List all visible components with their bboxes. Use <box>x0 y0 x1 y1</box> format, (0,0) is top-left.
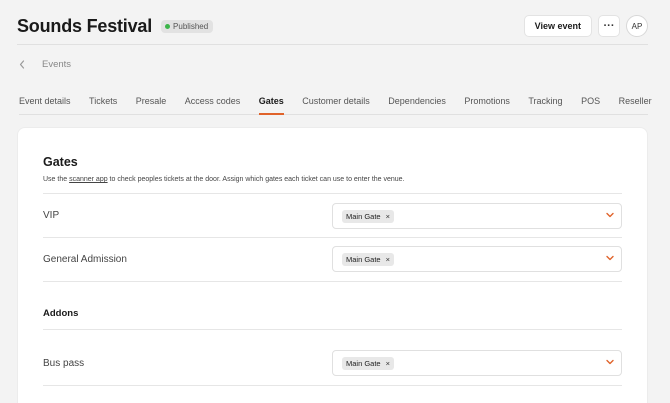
chevron-left-icon <box>19 60 25 69</box>
gate-chip-label: Main Gate <box>346 358 381 368</box>
tab-pos[interactable]: POS <box>581 90 600 114</box>
divider <box>43 281 622 282</box>
avatar[interactable]: AP <box>626 15 648 37</box>
chevron-down-icon[interactable] <box>605 357 615 367</box>
chevron-down-icon[interactable] <box>605 253 615 263</box>
page-header: Sounds Festival Published View event ···… <box>17 8 648 44</box>
gate-chip-label: Main Gate <box>346 254 381 264</box>
divider <box>43 237 622 238</box>
breadcrumb[interactable]: Events <box>19 59 71 70</box>
tab-bar: Event details Tickets Presale Access cod… <box>19 90 652 115</box>
tab-promotions[interactable]: Promotions <box>464 90 510 114</box>
more-options-button[interactable]: ··· <box>598 15 620 37</box>
status-badge: Published <box>161 19 214 33</box>
tab-access-codes[interactable]: Access codes <box>185 90 241 114</box>
tab-presale[interactable]: Presale <box>136 90 167 114</box>
breadcrumb-back-link[interactable]: Events <box>42 59 71 70</box>
gate-row-label: General Admission <box>43 254 127 265</box>
addons-section-title: Addons <box>43 308 79 319</box>
gate-chip: Main Gate × <box>342 209 394 223</box>
remove-chip-icon[interactable]: × <box>386 359 390 368</box>
gate-chip: Main Gate × <box>342 356 394 370</box>
gate-select-vip[interactable]: Main Gate × <box>332 203 622 229</box>
tab-tickets[interactable]: Tickets <box>89 90 117 114</box>
tab-event-details[interactable]: Event details <box>19 90 71 114</box>
description-prefix: Use the <box>43 176 70 183</box>
status-dot-icon <box>165 23 171 29</box>
divider <box>43 329 622 330</box>
gates-section-title: Gates <box>43 155 78 169</box>
description-suffix: to check peoples tickets at the door. As… <box>107 176 405 183</box>
gate-chip: Main Gate × <box>342 252 394 266</box>
more-icon: ··· <box>603 19 615 32</box>
view-event-button[interactable]: View event <box>523 15 592 37</box>
gates-description: Use the scanner app to check peoples tic… <box>43 176 405 183</box>
gate-row-label: VIP <box>43 210 60 221</box>
remove-chip-icon[interactable]: × <box>386 212 390 221</box>
addon-row-label: Bus pass <box>43 358 85 369</box>
divider <box>43 385 622 386</box>
tab-tracking[interactable]: Tracking <box>528 90 562 114</box>
status-badge-label: Published <box>173 21 209 31</box>
gate-chip-label: Main Gate <box>346 211 381 221</box>
header-actions: View event ··· AP <box>523 15 648 37</box>
tab-dependencies[interactable]: Dependencies <box>388 90 446 114</box>
chevron-down-icon[interactable] <box>605 210 615 220</box>
tab-gates[interactable]: Gates <box>258 90 284 115</box>
scanner-app-link[interactable]: scanner app <box>69 176 108 183</box>
tab-reseller[interactable]: Reseller <box>619 90 652 114</box>
divider <box>43 193 622 194</box>
gate-select-general-admission[interactable]: Main Gate × <box>332 246 622 272</box>
gates-card: Gates Use the scanner app to check peopl… <box>17 127 648 403</box>
gate-select-bus-pass[interactable]: Main Gate × <box>332 350 622 376</box>
tab-customer-details[interactable]: Customer details <box>302 90 370 114</box>
header-divider <box>17 44 648 45</box>
remove-chip-icon[interactable]: × <box>386 255 390 264</box>
page-title: Sounds Festival <box>17 15 153 36</box>
